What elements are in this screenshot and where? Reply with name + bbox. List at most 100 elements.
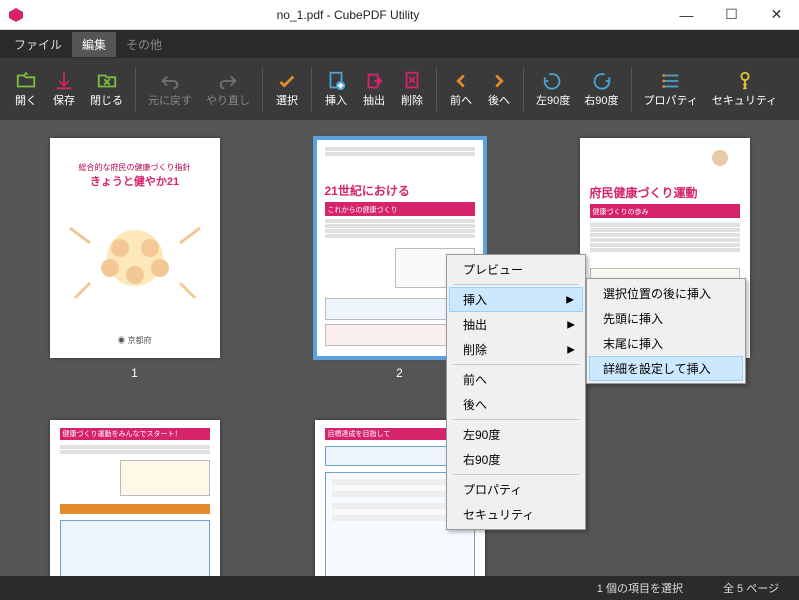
separator xyxy=(311,67,312,111)
open-label: 開く xyxy=(15,92,37,108)
divider xyxy=(453,474,579,475)
submenu-arrow-icon: ▶ xyxy=(567,344,575,355)
prev-icon xyxy=(450,70,472,92)
ctx-next[interactable]: 後へ xyxy=(449,392,583,417)
open-button[interactable]: 開く xyxy=(8,66,44,112)
page-number: 2 xyxy=(396,366,403,380)
close-file-icon xyxy=(96,70,118,92)
properties-label: プロパティ xyxy=(644,92,698,108)
separator xyxy=(262,67,263,111)
separator xyxy=(631,67,632,111)
statusbar: 1 個の項目を選択 全 5 ページ xyxy=(0,576,799,600)
undo-icon xyxy=(159,70,181,92)
save-button[interactable]: 保存 xyxy=(46,66,82,112)
security-icon xyxy=(734,70,756,92)
menu-file[interactable]: ファイル xyxy=(4,32,72,57)
menu-edit[interactable]: 編集 xyxy=(72,32,116,57)
close-file-button[interactable]: 閉じる xyxy=(84,66,129,112)
page-3-sub: 健康づくりの歩み xyxy=(590,206,740,218)
sub-at-tail[interactable]: 末尾に挿入 xyxy=(589,331,743,356)
security-button[interactable]: セキュリティ xyxy=(706,66,783,112)
properties-icon xyxy=(660,70,682,92)
page-2-title: 21世紀における xyxy=(325,184,410,198)
prev-label: 前へ xyxy=(450,92,472,108)
rotate-right-icon xyxy=(590,70,612,92)
select-label: 選択 xyxy=(276,92,298,108)
sub-with-settings[interactable]: 詳細を設定して挿入 xyxy=(589,356,743,381)
ctx-extract[interactable]: 抽出▶ xyxy=(449,312,583,337)
save-label: 保存 xyxy=(53,92,75,108)
page-1-subtitle: 総合的な府民の健康づくり指針 xyxy=(60,162,210,173)
status-total: 全 5 ページ xyxy=(723,580,779,596)
ctx-delete[interactable]: 削除▶ xyxy=(449,337,583,362)
rotate-left-label: 左90度 xyxy=(536,92,570,108)
separator xyxy=(436,67,437,111)
rotate-left-icon xyxy=(542,70,564,92)
insert-button[interactable]: 挿入 xyxy=(318,66,354,112)
redo-label: やり直し xyxy=(206,92,250,108)
rotate-left-button[interactable]: 左90度 xyxy=(530,66,576,112)
next-label: 後へ xyxy=(488,92,510,108)
ctx-properties[interactable]: プロパティ xyxy=(449,477,583,502)
page-thumb[interactable]: 健康づくり運動をみんなでスタート！ xyxy=(32,420,237,576)
delete-icon xyxy=(401,70,423,92)
divider xyxy=(453,284,579,285)
context-menu: プレビュー 挿入▶ 抽出▶ 削除▶ 前へ 後へ 左90度 右90度 プロパティ … xyxy=(446,254,586,530)
window-title: no_1.pdf - CubePDF Utility xyxy=(32,8,664,22)
submenu-arrow-icon: ▶ xyxy=(566,294,574,305)
page-1-title: きょうと健やか21 xyxy=(60,173,210,189)
delete-button[interactable]: 削除 xyxy=(394,66,430,112)
ctx-rotl[interactable]: 左90度 xyxy=(449,422,583,447)
close-button[interactable]: ✕ xyxy=(754,0,799,30)
page-2-sub: これからの健康づくり xyxy=(325,204,475,216)
divider xyxy=(453,364,579,365)
ctx-prev[interactable]: 前へ xyxy=(449,367,583,392)
toolbar: 開く 保存 閉じる 元に戻す やり直し 選択 挿入 抽出 削除 前へ 後へ xyxy=(0,58,799,120)
separator xyxy=(523,67,524,111)
security-label: セキュリティ xyxy=(712,92,777,108)
page-4: 健康づくり運動をみんなでスタート！ xyxy=(50,420,220,576)
ctx-insert[interactable]: 挿入▶ xyxy=(449,287,583,312)
minimize-button[interactable]: — xyxy=(664,0,709,30)
ctx-security[interactable]: セキュリティ xyxy=(449,502,583,527)
next-icon xyxy=(488,70,510,92)
insert-icon xyxy=(325,70,347,92)
ctx-preview[interactable]: プレビュー xyxy=(449,257,583,282)
titlebar: no_1.pdf - CubePDF Utility — ☐ ✕ xyxy=(0,0,799,30)
extract-button[interactable]: 抽出 xyxy=(356,66,392,112)
close-file-label: 閉じる xyxy=(90,92,123,108)
maximize-button[interactable]: ☐ xyxy=(709,0,754,30)
properties-button[interactable]: プロパティ xyxy=(638,66,704,112)
page-thumb[interactable]: 総合的な府民の健康づくり指針 きょうと健やか21 ◉ 京都府 1 xyxy=(32,138,237,380)
context-submenu-insert: 選択位置の後に挿入 先頭に挿入 末尾に挿入 詳細を設定して挿入 xyxy=(586,278,746,384)
rotate-right-label: 右90度 xyxy=(584,92,618,108)
status-selection: 1 個の項目を選択 xyxy=(597,580,683,596)
separator xyxy=(135,67,136,111)
extract-label: 抽出 xyxy=(363,92,385,108)
prev-button[interactable]: 前へ xyxy=(443,66,479,112)
save-icon xyxy=(53,70,75,92)
window-controls: — ☐ ✕ xyxy=(664,0,799,30)
select-icon xyxy=(276,70,298,92)
sub-at-head[interactable]: 先頭に挿入 xyxy=(589,306,743,331)
rotate-right-button[interactable]: 右90度 xyxy=(578,66,624,112)
redo-icon xyxy=(217,70,239,92)
ctx-rotr[interactable]: 右90度 xyxy=(449,447,583,472)
redo-button[interactable]: やり直し xyxy=(200,66,256,112)
undo-button[interactable]: 元に戻す xyxy=(142,66,198,112)
undo-label: 元に戻す xyxy=(148,92,192,108)
page-3-title: 府民健康づくり運動 xyxy=(590,186,698,200)
submenu-arrow-icon: ▶ xyxy=(567,319,575,330)
delete-label: 削除 xyxy=(401,92,423,108)
select-button[interactable]: 選択 xyxy=(269,66,305,112)
extract-icon xyxy=(363,70,385,92)
page-1: 総合的な府民の健康づくり指針 きょうと健やか21 ◉ 京都府 xyxy=(50,138,220,358)
menu-other[interactable]: その他 xyxy=(116,32,172,57)
sub-after-selection[interactable]: 選択位置の後に挿入 xyxy=(589,281,743,306)
next-button[interactable]: 後へ xyxy=(481,66,517,112)
page-number: 1 xyxy=(131,366,138,380)
menubar: ファイル 編集 その他 xyxy=(0,30,799,58)
insert-label: 挿入 xyxy=(325,92,347,108)
app-icon xyxy=(8,7,24,23)
divider xyxy=(453,419,579,420)
